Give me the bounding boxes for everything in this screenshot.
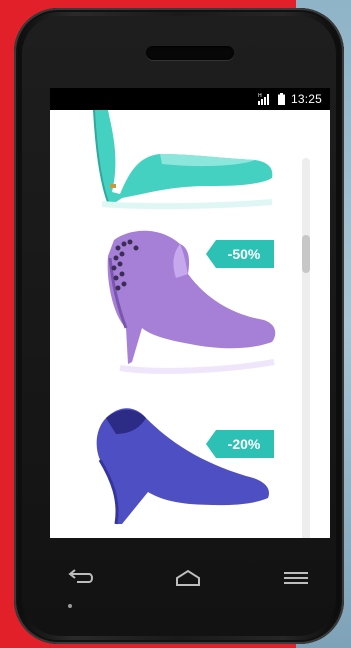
discount-label: -20% xyxy=(227,436,261,452)
back-icon xyxy=(68,569,93,583)
battery-icon xyxy=(277,93,285,105)
teal-pump-image xyxy=(50,110,330,218)
product-item-purple-bootie[interactable]: -50% xyxy=(50,218,330,386)
earpiece-speaker xyxy=(146,46,234,60)
status-time: 13:25 xyxy=(290,92,322,106)
product-item-teal-pump[interactable] xyxy=(50,110,330,218)
svg-text:H: H xyxy=(258,93,262,99)
product-item-blue-pump[interactable]: -20% xyxy=(50,400,330,538)
menu-icon xyxy=(284,572,308,584)
home-icon xyxy=(176,569,200,586)
home-button[interactable] xyxy=(168,564,208,592)
phone-screen: H 13:25 -50% -20% xyxy=(50,88,330,538)
signal-icon: H xyxy=(257,93,272,105)
scrollbar[interactable] xyxy=(302,158,310,538)
discount-badge: -20% xyxy=(206,430,274,458)
navigation-bar xyxy=(14,548,344,608)
product-list[interactable]: -50% -20% xyxy=(50,110,330,538)
discount-badge: -50% xyxy=(206,240,274,268)
status-bar: H 13:25 xyxy=(50,88,330,110)
purple-bootie-image xyxy=(50,218,330,386)
discount-label: -50% xyxy=(227,246,261,262)
menu-button[interactable] xyxy=(276,564,316,592)
blue-pump-image xyxy=(50,400,330,538)
indicator-dot xyxy=(68,604,72,608)
scrollbar-thumb[interactable] xyxy=(302,235,310,273)
back-button[interactable] xyxy=(60,564,100,592)
